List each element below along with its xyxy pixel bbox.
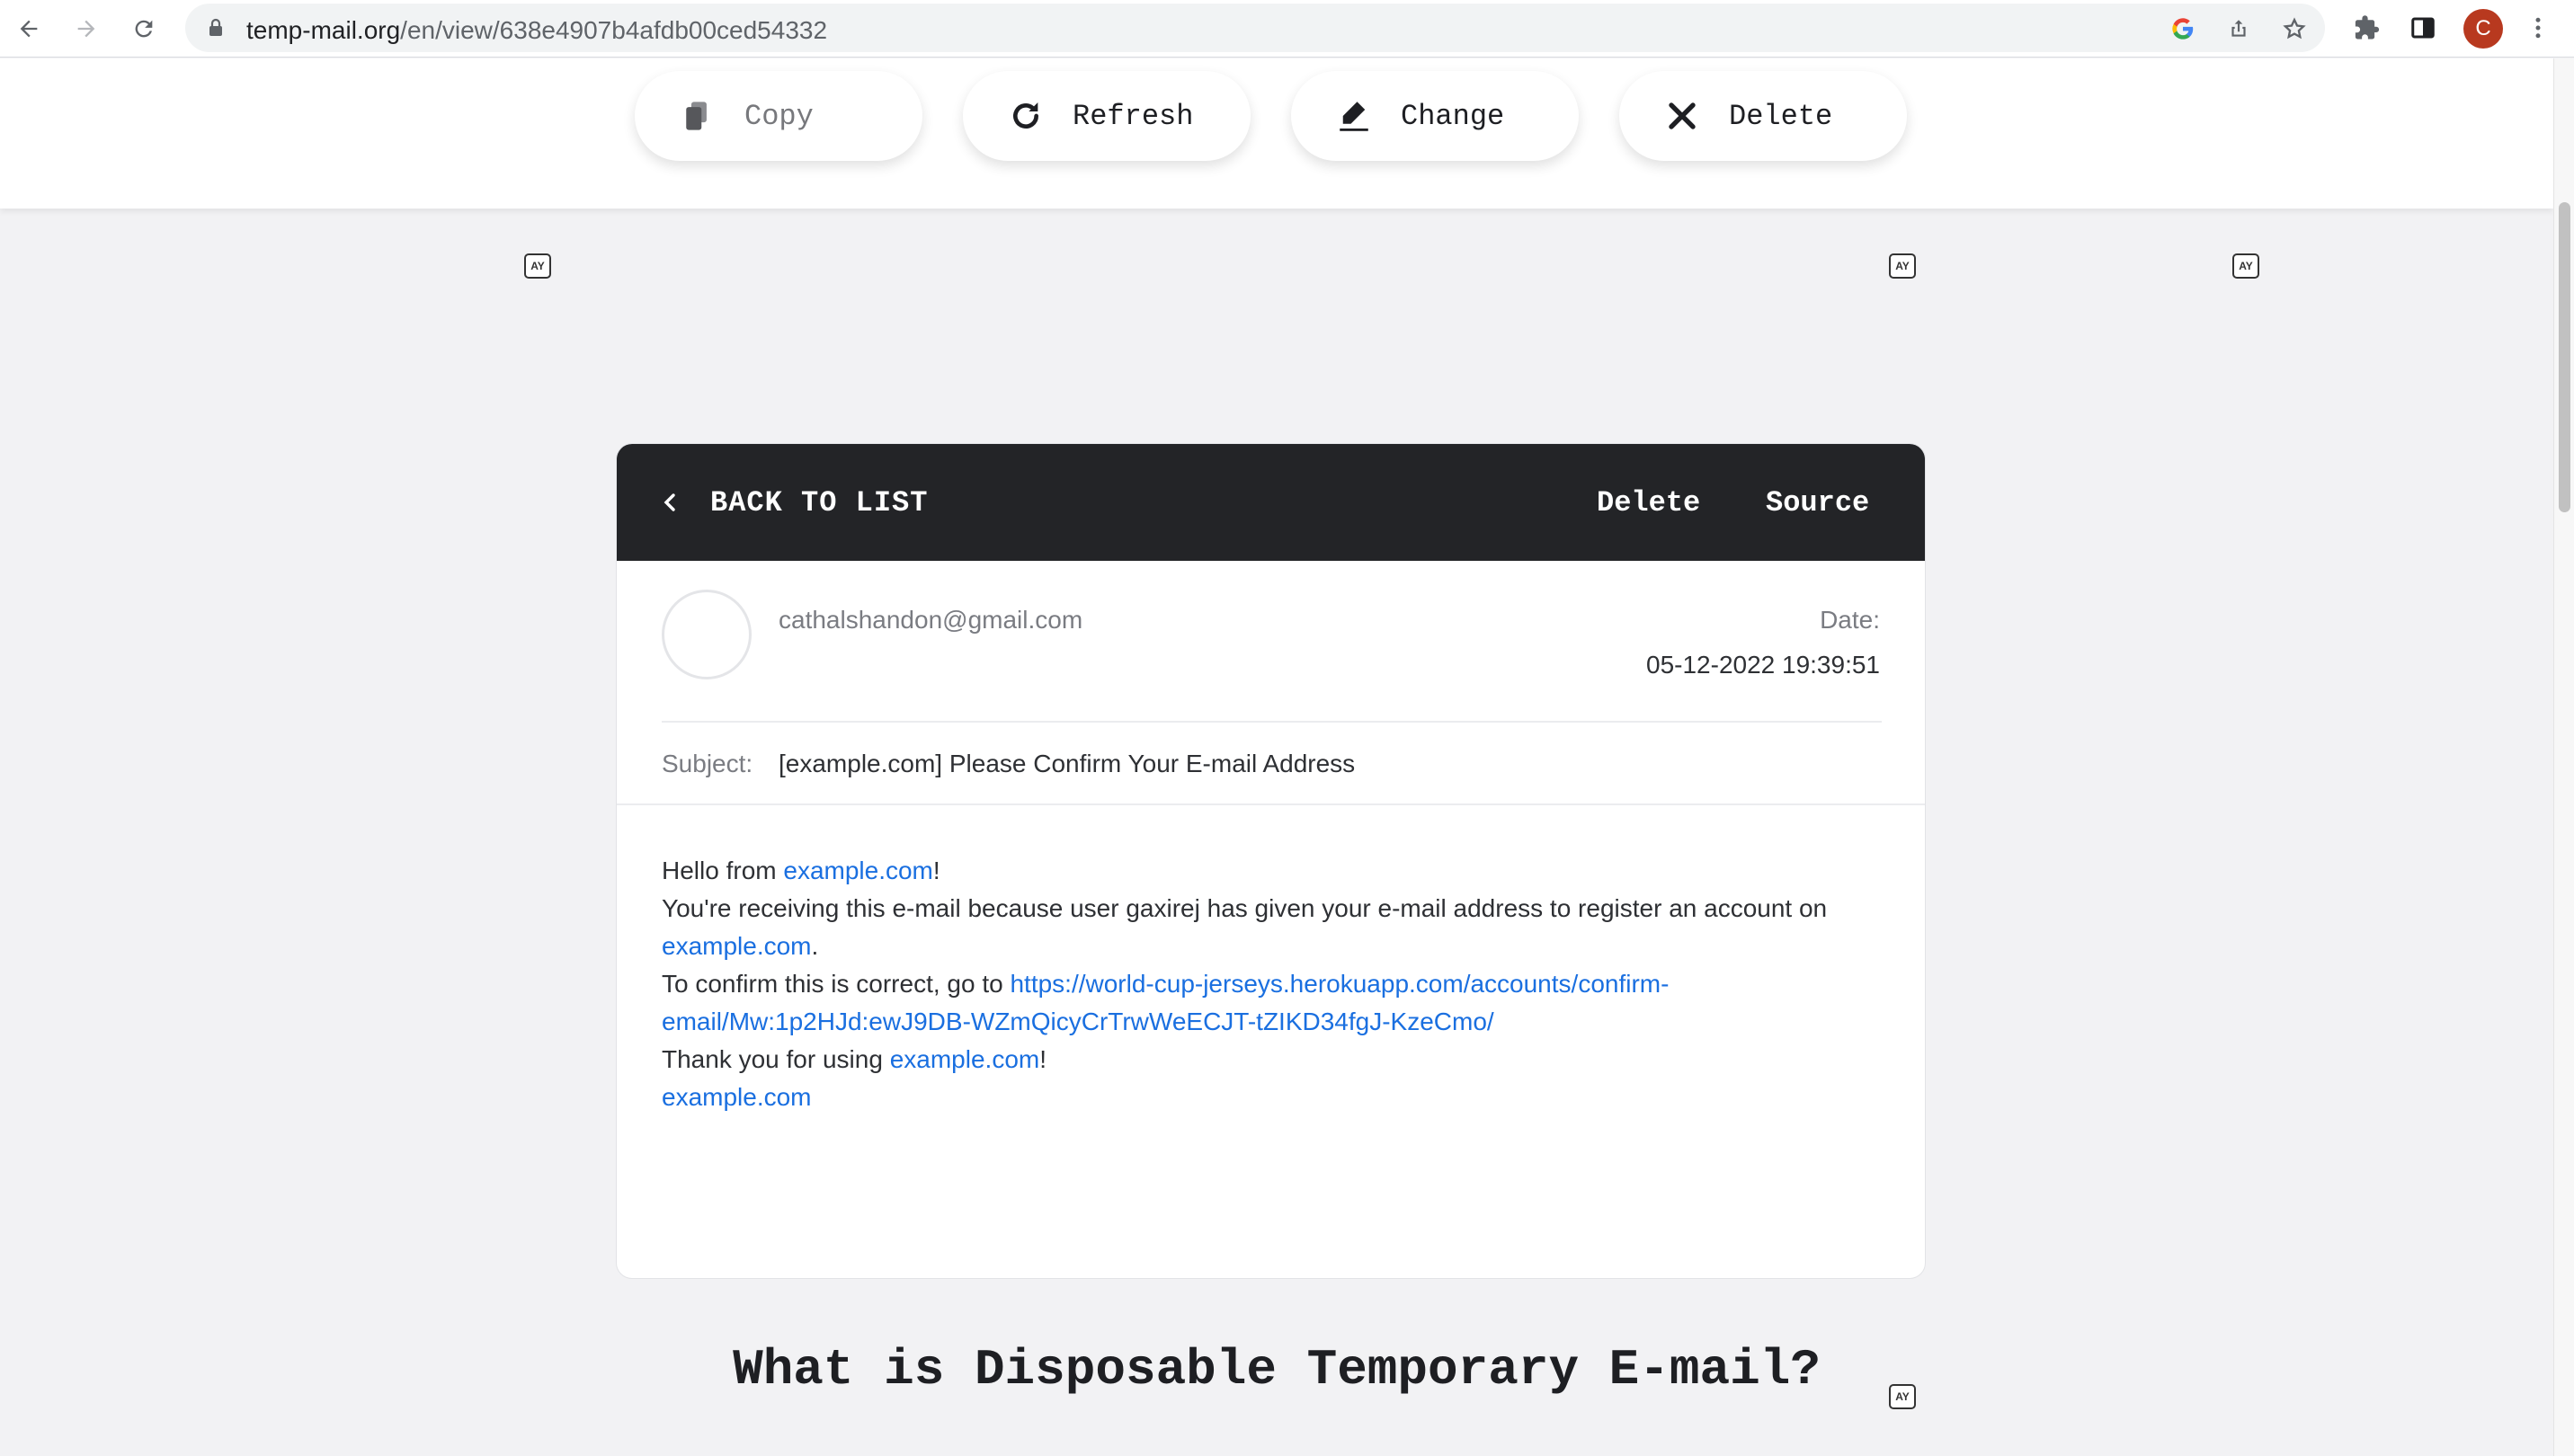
- scrollbar-thumb[interactable]: [2559, 202, 2570, 512]
- faq-heading: What is Disposable Temporary E-mail?: [733, 1341, 1821, 1398]
- confirm-line: To confirm this is correct, go to https:…: [662, 965, 1882, 1041]
- change-label: Change: [1401, 99, 1505, 133]
- address-bar[interactable]: temp-mail.org/en/view/638e4907b4afdb00ce…: [185, 4, 2325, 52]
- date-value: 05-12-2022 19:39:51: [1646, 651, 1880, 679]
- date-label: Date:: [1820, 606, 1880, 634]
- close-x-icon: [1662, 96, 1702, 136]
- signature-line: example.com: [662, 1079, 1882, 1116]
- reason-text: You're receiving this e-mail because use…: [662, 894, 1828, 922]
- google-icon[interactable]: [2169, 14, 2197, 43]
- forward-arrow-icon[interactable]: [65, 7, 108, 50]
- ad-choices-icon[interactable]: AY: [524, 253, 551, 279]
- signature-link[interactable]: example.com: [662, 1083, 812, 1111]
- url-host: temp-mail.org: [246, 16, 401, 44]
- ad-choices-icon[interactable]: AY: [1889, 253, 1916, 279]
- back-arrow-icon[interactable]: [7, 7, 50, 50]
- email-subject: [example.com] Please Confirm Your E-mail…: [779, 750, 1356, 777]
- reason-line: You're receiving this e-mail because use…: [662, 890, 1882, 965]
- thanks-text: Thank you for using: [662, 1045, 890, 1073]
- example-link[interactable]: example.com: [890, 1045, 1040, 1073]
- thanks-suffix: !: [1039, 1045, 1047, 1073]
- extensions-icon[interactable]: [2352, 13, 2383, 43]
- example-link[interactable]: example.com: [783, 857, 933, 884]
- reload-icon[interactable]: [122, 7, 165, 50]
- back-to-list-link[interactable]: BACK TO LIST: [660, 444, 928, 561]
- email-body: Hello from example.com! You're receiving…: [662, 852, 1882, 1116]
- subject-divider: [617, 803, 1925, 805]
- sender-email: cathalshandon@gmail.com: [779, 606, 1083, 634]
- copy-icon: [678, 96, 717, 136]
- greeting-suffix: !: [932, 857, 940, 884]
- copy-label: Copy: [744, 99, 814, 133]
- profile-avatar[interactable]: C: [2463, 9, 2503, 49]
- confirm-link-continued[interactable]: email/Mw:1p2HJd:ewJ9DB-WZmQicyCrTrwWeECJ…: [662, 1008, 1494, 1035]
- page-scrollbar[interactable]: [2553, 58, 2574, 1456]
- header-divider: [662, 721, 1882, 723]
- kebab-menu-icon[interactable]: [2523, 13, 2553, 43]
- ad-choices-icon[interactable]: AY: [2232, 253, 2259, 279]
- confirm-link[interactable]: https://world-cup-jerseys.herokuapp.com/…: [1010, 970, 1669, 998]
- browser-toolbar: temp-mail.org/en/view/638e4907b4afdb00ce…: [0, 0, 2574, 58]
- example-link[interactable]: example.com: [662, 932, 812, 960]
- url-text[interactable]: temp-mail.org/en/view/638e4907b4afdb00ce…: [246, 16, 827, 45]
- email-card-header: BACK TO LIST Delete Source: [617, 444, 1925, 561]
- star-icon[interactable]: [2280, 14, 2309, 43]
- pen-edit-icon: [1334, 96, 1374, 136]
- refresh-label: Refresh: [1073, 99, 1194, 133]
- view-source-button[interactable]: Source: [1766, 444, 1869, 561]
- mailbox-action-bar: Copy Refresh Change Delete: [0, 58, 2553, 209]
- email-view-card: BACK TO LIST Delete Source cathalshandon…: [616, 443, 1926, 1279]
- refresh-icon: [1006, 96, 1046, 136]
- greeting-line: Hello from example.com!: [662, 852, 1882, 890]
- delete-mailbox-button[interactable]: Delete: [1619, 71, 1907, 161]
- chevron-left-icon: [664, 493, 675, 511]
- side-panel-icon[interactable]: [2408, 13, 2438, 43]
- copy-button[interactable]: Copy: [635, 71, 922, 161]
- delete-email-button[interactable]: Delete: [1597, 444, 1700, 561]
- lock-icon[interactable]: [205, 17, 227, 39]
- confirm-text: To confirm this is correct, go to: [662, 970, 1011, 998]
- refresh-button[interactable]: Refresh: [963, 71, 1251, 161]
- greeting-text: Hello from: [662, 857, 784, 884]
- subject-label: Subject:: [662, 750, 753, 777]
- back-to-list-label: BACK TO LIST: [710, 485, 929, 519]
- thanks-line: Thank you for using example.com!: [662, 1041, 1882, 1079]
- delete-label: Delete: [1729, 99, 1833, 133]
- reason-suffix: .: [811, 932, 819, 960]
- url-path: /en/view/638e4907b4afdb00ced54332: [400, 16, 828, 44]
- sender-avatar: [662, 590, 752, 679]
- change-button[interactable]: Change: [1291, 71, 1579, 161]
- share-icon[interactable]: [2224, 14, 2253, 43]
